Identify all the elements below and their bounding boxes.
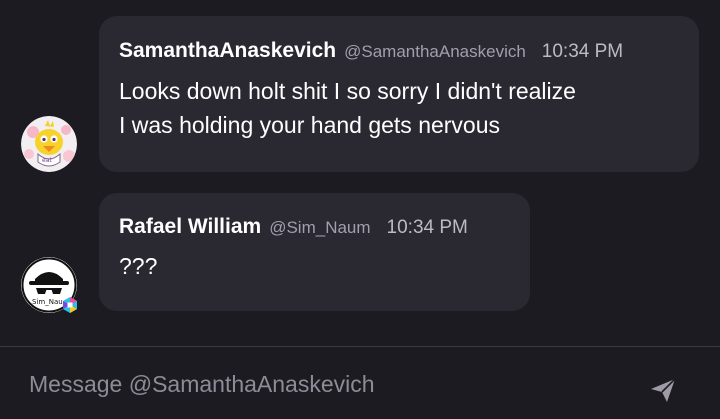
paper-plane-send-icon[interactable] [648, 375, 678, 405]
author-handle[interactable]: @SamanthaAnaskevich [344, 42, 526, 62]
message-meta: SamanthaAnaskevich @SamanthaAnaskevich 1… [119, 39, 679, 67]
author-handle[interactable]: @Sim_Naum [269, 218, 370, 238]
message-text: ??? [119, 249, 510, 283]
message-text-line: ??? [119, 253, 158, 279]
message-text-line: Looks down holt shit I so sorry I didn't… [119, 78, 576, 104]
message-timestamp: 10:34 PM [386, 217, 468, 238]
chat-app: eat SamanthaAnaskevich @SamanthaAnaskevi… [0, 0, 720, 419]
message-timestamp: 10:34 PM [541, 41, 624, 62]
author-name[interactable]: Rafael William [119, 215, 261, 239]
message-bubble: Rafael William @Sim_Naum 10:34 PM ??? [99, 193, 530, 311]
avatar-label: Sim_Nau [32, 298, 63, 306]
author-name[interactable]: SamanthaAnaskevich [119, 39, 336, 63]
badge-icon [62, 297, 78, 313]
message-item: Sim_Nau Rafael William @Sim_Naum 10:34 P… [0, 185, 720, 325]
message-item: eat SamanthaAnaskevich @SamanthaAnaskevi… [0, 0, 720, 185]
message-list[interactable]: eat SamanthaAnaskevich @SamanthaAnaskevi… [0, 0, 720, 346]
chica-plush-avatar-icon[interactable]: eat [21, 116, 77, 172]
svg-text:eat: eat [42, 157, 52, 164]
message-input[interactable] [29, 371, 609, 398]
message-text-line: I was holding your hand gets nervous [119, 112, 501, 138]
message-bubble: SamanthaAnaskevich @SamanthaAnaskevich 1… [99, 16, 699, 172]
message-composer [0, 346, 720, 419]
message-text: Looks down holt shit I so sorry I didn't… [119, 74, 679, 142]
message-meta: Rafael William @Sim_Naum 10:34 PM [119, 215, 510, 243]
